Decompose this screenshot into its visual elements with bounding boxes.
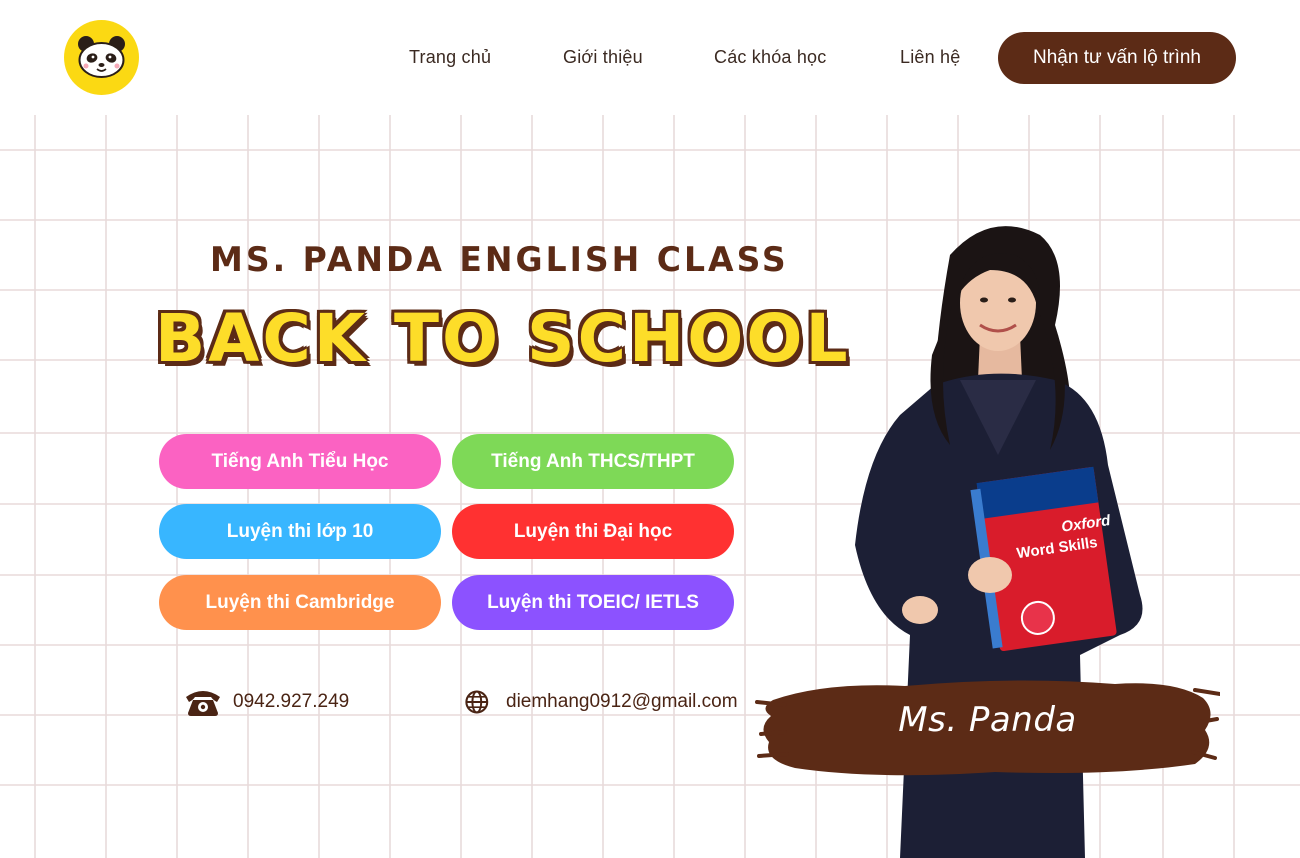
site-header: Trang chủ Giới thiệu Các khóa học Liên h… bbox=[0, 0, 1300, 115]
nav-courses[interactable]: Các khóa học bbox=[714, 44, 826, 70]
course-pill-secondary[interactable]: Tiếng Anh THCS/THPT bbox=[452, 434, 734, 489]
teacher-name-label: Ms. Panda bbox=[898, 700, 1077, 740]
logo[interactable] bbox=[64, 20, 139, 95]
globe-icon bbox=[465, 690, 489, 714]
email-address: diemhang0912@gmail.com bbox=[506, 691, 738, 712]
nav-about[interactable]: Giới thiệu bbox=[563, 44, 643, 70]
telephone-icon bbox=[186, 691, 220, 716]
course-pill-university[interactable]: Luyện thi Đại học bbox=[452, 504, 734, 559]
email-contact[interactable]: diemhang0912@gmail.com bbox=[464, 686, 738, 718]
hero-eyebrow: MS. PANDA ENGLISH CLASS bbox=[210, 239, 789, 280]
course-pill-cambridge[interactable]: Luyện thi Cambridge bbox=[159, 575, 441, 630]
phone-contact[interactable]: 0942.927.249 bbox=[183, 686, 349, 718]
panda-face-icon bbox=[78, 36, 125, 78]
course-pill-toeic-ielts[interactable]: Luyện thi TOEIC/ IETLS bbox=[452, 575, 734, 630]
hero-title: BACK TO SCHOOL bbox=[155, 300, 851, 377]
course-pill-primary[interactable]: Tiếng Anh Tiểu Học bbox=[159, 434, 441, 489]
course-pill-grade10[interactable]: Luyện thi lớp 10 bbox=[159, 504, 441, 559]
consultation-button[interactable]: Nhận tư vấn lộ trình bbox=[998, 32, 1236, 84]
nav-contact[interactable]: Liên hệ bbox=[900, 44, 960, 70]
nav-home[interactable]: Trang chủ bbox=[409, 44, 491, 70]
phone-number: 0942.927.249 bbox=[233, 691, 350, 712]
